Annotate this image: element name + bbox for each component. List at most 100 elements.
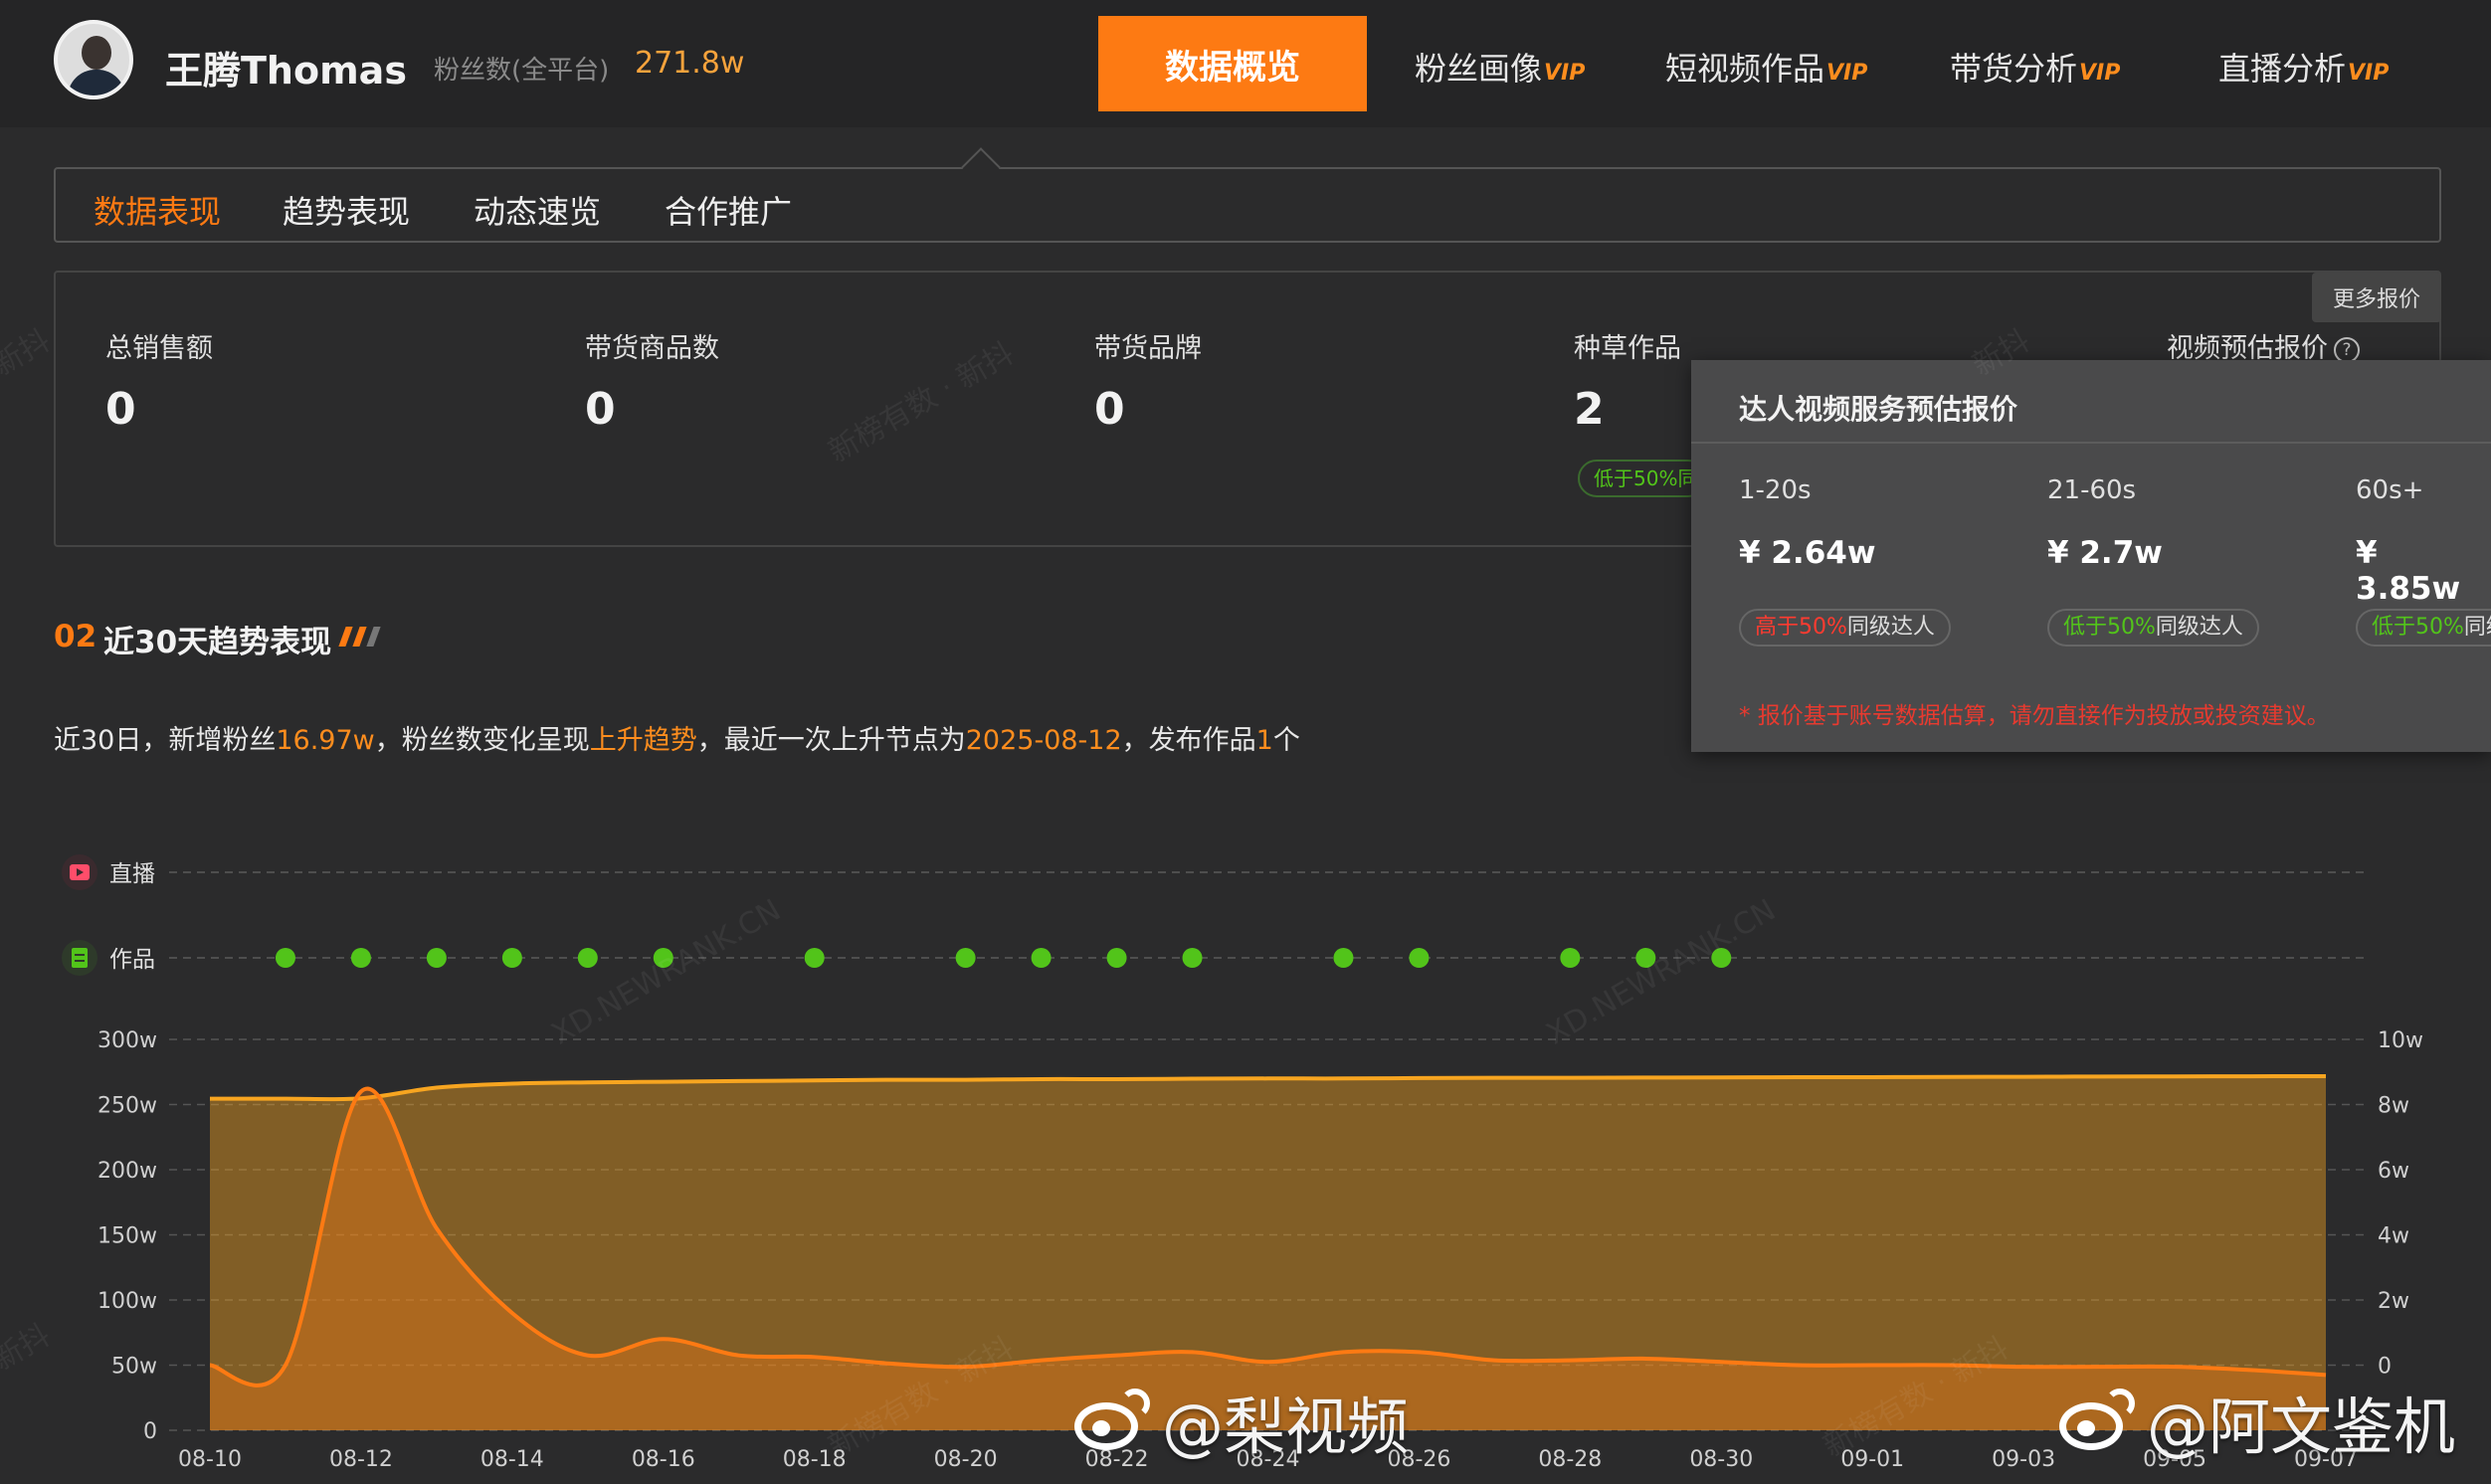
x-tick-label: 08-12 [329, 1447, 393, 1472]
tab-trend-performance[interactable]: 趋势表现 [283, 187, 410, 233]
status-badge: 低于50%同级达人 [1578, 460, 1707, 497]
y-right-tick-label: 8w [2378, 1094, 2409, 1119]
y-right-tick-label: 0 [2378, 1355, 2392, 1380]
work-dot [1031, 948, 1052, 968]
username: 王腾Thomas [165, 49, 407, 93]
nav-data-overview[interactable]: 数据概览 [1098, 16, 1367, 111]
page-root: 王腾Thomas 粉丝数(全平台) 271.8w 数据概览 粉丝画像VIP 短视… [0, 0, 2491, 1484]
compare-rest: 同级达人 [2463, 615, 2491, 640]
fans-label: 粉丝数(全平台) [434, 56, 610, 86]
work-dot [1106, 948, 1127, 968]
weibo-watermark-right: @阿文鉴机 [2055, 1377, 2455, 1466]
x-tick-label: 08-20 [934, 1447, 998, 1472]
popup-disclaimer: * 报价基于账号数据估算，请勿直接作为投放或投资建议。 [1739, 703, 2330, 729]
stat-value: 2 [1574, 384, 1605, 435]
tier-compare-badge: 低于50%同级达人 [2356, 609, 2491, 647]
tab-data-performance[interactable]: 数据表现 [94, 187, 221, 233]
work-dot [1560, 948, 1581, 968]
stat-label: 带货商品数 [585, 333, 719, 364]
stat-value: 0 [585, 384, 616, 435]
work-dot [955, 948, 976, 968]
event-row-works: 作品 [62, 940, 2364, 976]
vip-badge: VIP [2079, 61, 2121, 86]
work-dot [275, 948, 295, 968]
nav-label: 短视频作品 [1665, 50, 1825, 88]
stat-value: 0 [105, 384, 136, 435]
works-icon [72, 948, 88, 968]
stat-label: 总销售额 [105, 333, 213, 364]
summary-highlight: 16.97w [276, 725, 375, 756]
stat-value: 0 [1094, 384, 1125, 435]
popup-header: 达人视频服务预估报价 [1691, 360, 2491, 444]
nav-fans-portrait[interactable]: 粉丝画像VIP [1415, 44, 1585, 90]
vip-badge: VIP [1826, 61, 1868, 86]
nav-label: 直播分析 [2218, 50, 2347, 88]
help-icon[interactable]: ? [2334, 336, 2360, 363]
section-title: 近30天趋势表现 [103, 625, 332, 660]
vip-badge: VIP [1544, 61, 1586, 86]
price-popup: 达人视频服务预估报价 1-20s ¥ 2.64w 高于50%同级达人 21-60… [1691, 360, 2491, 752]
nav-sales-analysis[interactable]: 带货分析VIP [1950, 44, 2120, 90]
compare-word: 低于50% [2063, 615, 2156, 640]
y-right-tick-label: 6w [2378, 1159, 2409, 1184]
section-number: 02 [54, 619, 97, 654]
more-price-button[interactable]: 更多报价 [2312, 273, 2441, 322]
x-tick-label: 08-10 [178, 1447, 242, 1472]
tab-cooperation[interactable]: 合作推广 [665, 187, 792, 233]
y-left-tick-label: 200w [97, 1159, 157, 1184]
tier-compare-badge: 高于50%同级达人 [1739, 609, 1951, 647]
summary-text: 近30日，新增粉丝 [54, 725, 277, 756]
work-dot [1182, 948, 1203, 968]
tier-compare-badge: 低于50%同级达人 [2047, 609, 2259, 647]
work-dot [577, 948, 598, 968]
summary-highlight: 上升趋势 [589, 725, 697, 756]
y-left-tick-label: 0 [143, 1419, 157, 1444]
work-dot [1635, 948, 1656, 968]
weibo-handle: @梨视频 [1162, 1391, 1410, 1463]
tier-price: ¥ 2.7w [2047, 535, 2163, 571]
x-tick-label: 08-18 [783, 1447, 847, 1472]
weibo-handle: @阿文鉴机 [2147, 1391, 2456, 1463]
y-right-tick-label: 10w [2378, 1028, 2423, 1053]
nav-short-video[interactable]: 短视频作品VIP [1665, 44, 1867, 90]
y-right-tick-label: 2w [2378, 1289, 2409, 1314]
compare-rest: 同级达人 [1846, 615, 1935, 640]
avatar[interactable] [54, 20, 133, 99]
nav-label: 粉丝画像 [1415, 50, 1543, 88]
work-dot [653, 948, 673, 968]
work-dot [1333, 948, 1354, 968]
sub-tab-bar: 数据表现 趋势表现 动态速览 合作推广 [54, 167, 2441, 243]
event-row-label: 直播 [109, 861, 155, 887]
weibo-icon [1070, 1389, 1152, 1454]
x-tick-label: 08-30 [1689, 1447, 1753, 1472]
top-bar: 王腾Thomas 粉丝数(全平台) 271.8w 数据概览 粉丝画像VIP 短视… [0, 0, 2491, 127]
work-dot [350, 948, 371, 968]
x-tick-label: 08-28 [1538, 1447, 1602, 1472]
nav-live-analysis[interactable]: 直播分析VIP [2218, 44, 2389, 90]
x-tick-label: 09-03 [1992, 1447, 2055, 1472]
work-dot [1711, 948, 1732, 968]
y-left-tick-label: 300w [97, 1028, 157, 1053]
compare-word: 高于50% [1755, 615, 1847, 640]
y-right-tick-label: 4w [2378, 1224, 2409, 1249]
compare-word: 低于50% [2372, 615, 2464, 640]
summary-text: ，最近一次上升节点为 [696, 725, 966, 756]
tier-label: 1-20s [1739, 475, 1812, 505]
event-row-label: 作品 [109, 947, 155, 973]
tier-price: ¥ 3.85w [2356, 535, 2461, 607]
x-tick-label: 08-16 [632, 1447, 695, 1472]
trend-summary: 近30日，新增粉丝16.97w，粉丝数变化呈现上升趋势，最近一次上升节点为202… [54, 718, 1300, 757]
watermark: 新抖 [0, 322, 57, 384]
work-dot [1409, 948, 1430, 968]
tier-price: ¥ 2.64w [1739, 535, 1876, 571]
stat-label: 带货品牌 [1094, 333, 1202, 364]
x-tick-label: 09-01 [1840, 1447, 1904, 1472]
weibo-icon [2055, 1389, 2137, 1454]
tab-dynamic-overview[interactable]: 动态速览 [474, 187, 601, 233]
y-left-tick-label: 100w [97, 1289, 157, 1314]
weibo-watermark-left: @梨视频 [1070, 1377, 1409, 1466]
summary-highlight: 2025-08-12 [965, 725, 1122, 756]
summary-text: ，粉丝数变化呈现 [374, 725, 590, 756]
event-row-live: 直播 [62, 854, 2364, 890]
popup-title: 达人视频服务预估报价 [1739, 393, 2018, 426]
